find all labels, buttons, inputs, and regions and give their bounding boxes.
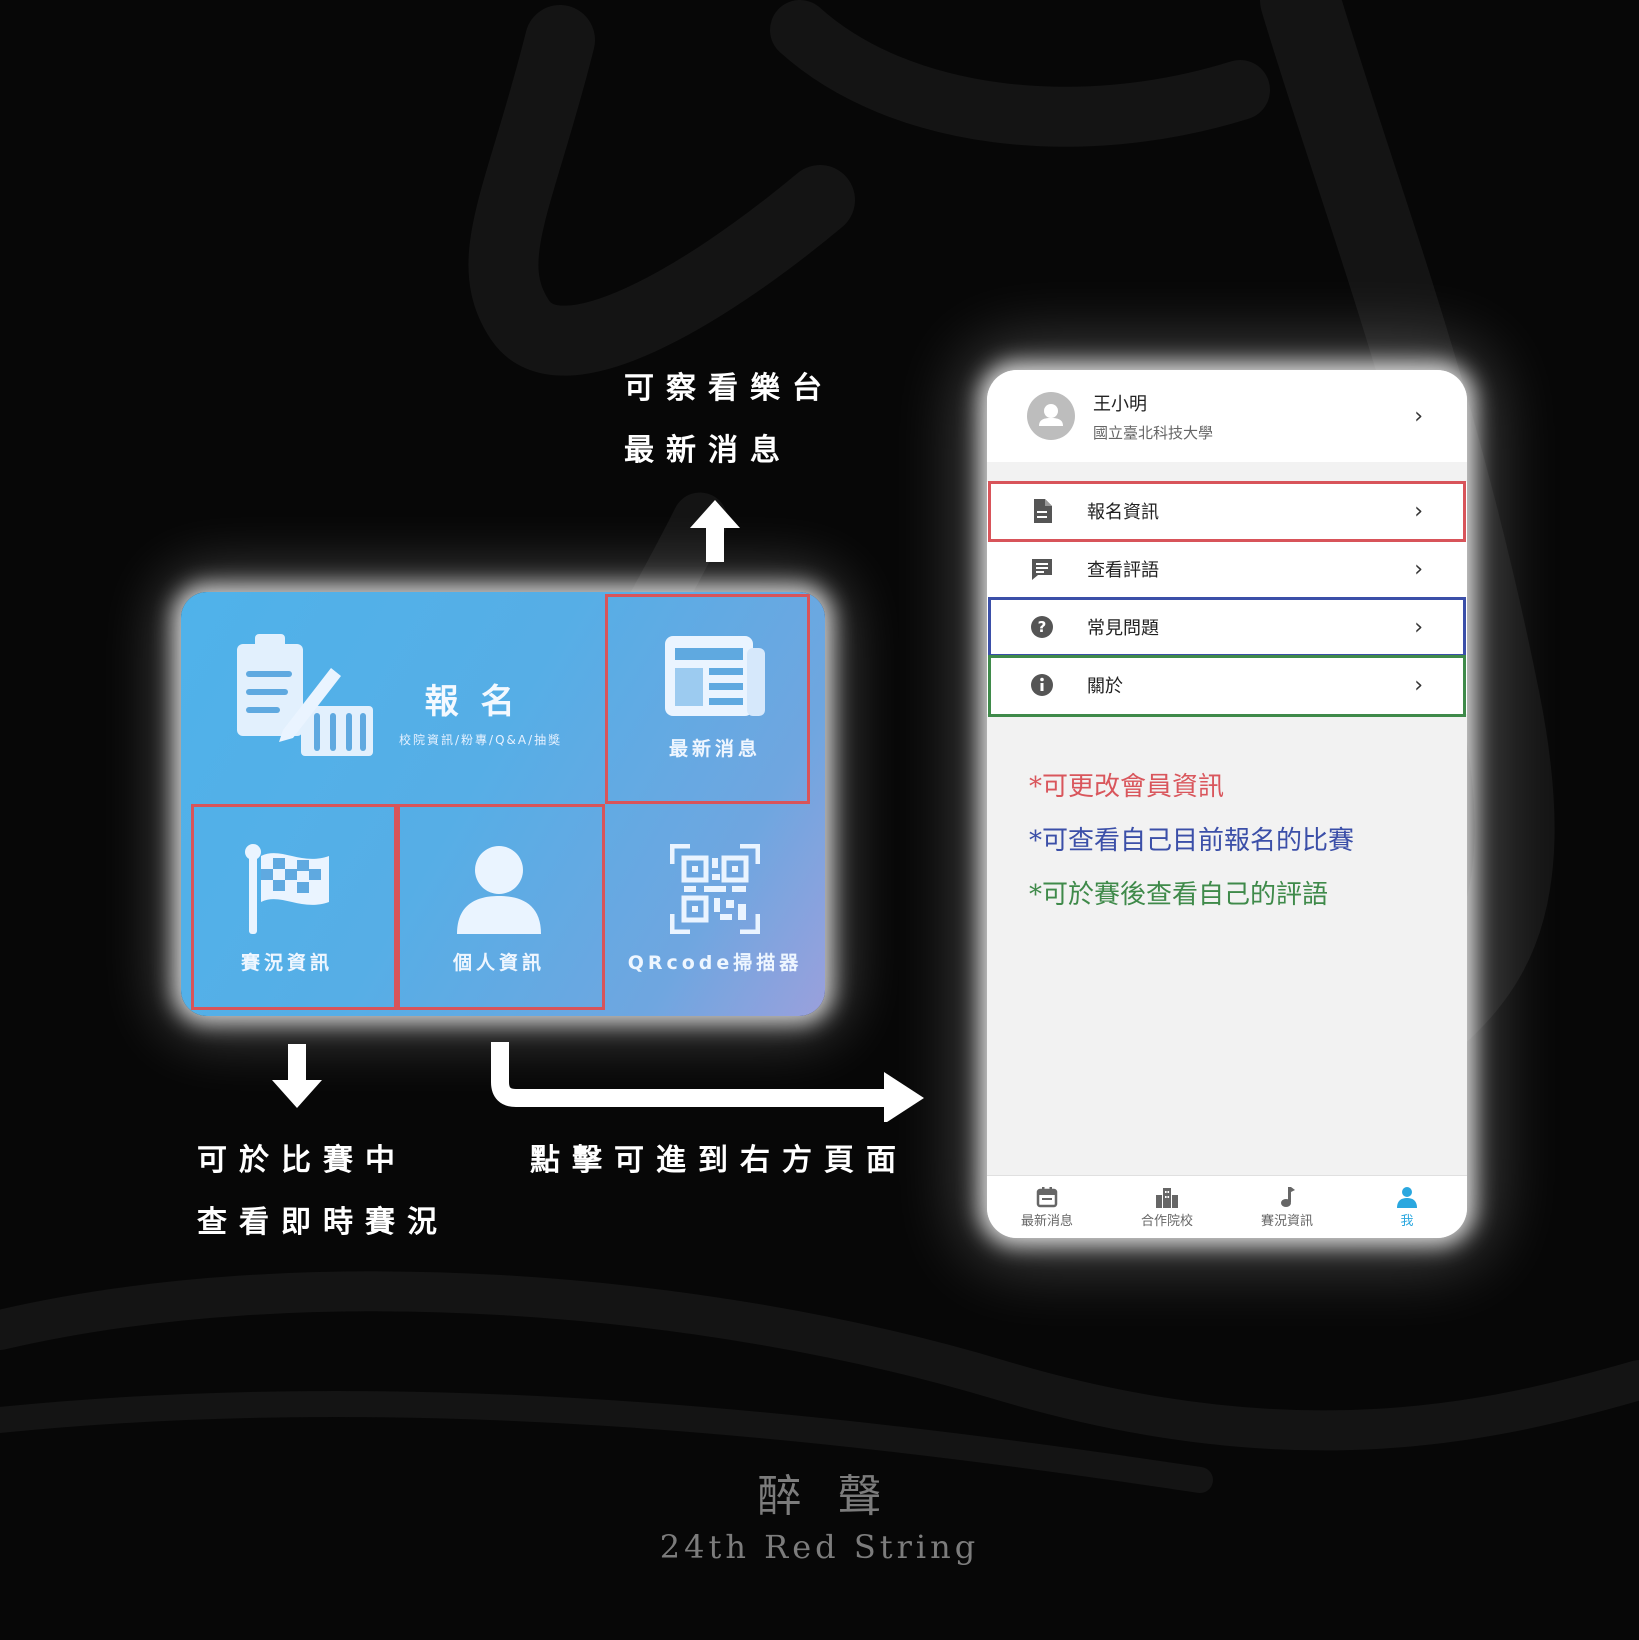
help-icon: ? [1029,614,1055,640]
user-school: 國立臺北科技大學 [1093,423,1214,442]
qr-scanner-tile-label: QRcode掃描器 [627,951,803,974]
chevron-right-icon: › [1414,556,1423,582]
menu-item-about[interactable]: 關於 › [987,656,1467,714]
feature-notes: *可更改會員資訊 *可查看自己目前報名的比賽 *可於賽後查看自己的評語 [1029,760,1354,922]
news-tile-label: 最新消息 [668,737,761,760]
race-caption-line2: 查看即時賽況 [197,1205,449,1240]
signup-tile[interactable]: 報名 校院資訊/粉專/Q&A/抽獎 [181,592,605,802]
avatar-person-icon [1039,404,1063,426]
note-view-registrations: *可查看自己目前報名的比賽 [1029,826,1355,856]
race-info-tile-label: 賽況資訊 [240,951,333,974]
chevron-right-icon: › [1414,672,1423,698]
calendar-icon [1036,1186,1058,1207]
qr-scanner-tile[interactable]: QRcode掃描器 [605,802,825,1016]
chevron-right-icon: › [1414,498,1423,524]
qr-code-icon [670,843,760,934]
menu-item-signup-info[interactable]: 報名資訊 › [987,482,1467,540]
building-icon [1156,1187,1178,1208]
user-header[interactable]: 王小明 國立臺北科技大學 › [987,370,1467,462]
info-icon [1029,672,1055,698]
clipboard-icon [237,634,373,756]
menu-item-label: 查看評語 [1087,560,1159,581]
news-tile[interactable]: 最新消息 [605,592,825,802]
chevron-right-icon: › [1414,403,1423,429]
race-info-tile[interactable]: 賽況資訊 [181,802,393,1016]
tab-label: 最新消息 [1020,1213,1073,1229]
phone-profile-screen: 王小明 國立臺北科技大學 › 報名資訊 › 查看評語 › ? 常見問題 › 關於… [987,370,1467,1238]
navigate-caption: 點擊可進到右方頁面 [530,1130,908,1192]
news-caption-line2: 最新消息 [624,433,792,468]
home-menu-card: 報名 校院資訊/粉專/Q&A/抽獎 最新消息 賽況資訊 個人資訊 QRcode掃… [181,592,825,1016]
news-caption-line1: 可察看樂台 [624,371,834,406]
arrow-down-icon [272,1044,322,1108]
news-caption: 可察看樂台 最新消息 [624,358,834,482]
signup-subtitle: 校院資訊/粉專/Q&A/抽獎 [399,733,563,747]
person-icon [457,845,541,934]
menu-item-label: 關於 [1087,676,1123,697]
arrow-right-elbow-icon [491,1042,924,1122]
tab-partner-schools[interactable]: 合作院校 [1107,1176,1227,1238]
tab-me[interactable]: 我 [1347,1176,1467,1238]
note-view-comments: *可於賽後查看自己的評語 [1029,880,1329,910]
tab-label: 合作院校 [1140,1213,1193,1229]
svg-text:?: ? [1038,618,1047,636]
note-edit-member: *可更改會員資訊 [1029,772,1225,802]
signup-title: 報名 [424,682,537,722]
tab-label: 我 [1400,1213,1414,1229]
newspaper-icon [665,635,765,716]
avatar [1027,392,1075,440]
footer-subtitle: 24th Red String [659,1528,980,1566]
music-note-icon [1281,1186,1295,1207]
race-caption: 可於比賽中 查看即時賽況 [197,1130,449,1254]
arrow-up-icon [690,500,740,562]
menu-item-comments[interactable]: 查看評語 › [987,540,1467,598]
chevron-right-icon: › [1414,614,1423,640]
person-icon [1397,1186,1417,1208]
footer-title: 醉聲 [757,1471,918,1522]
race-caption-line1: 可於比賽中 [197,1143,407,1178]
tab-race-info[interactable]: 賽況資訊 [1227,1176,1347,1238]
profile-tile[interactable]: 個人資訊 [393,802,605,1016]
navigate-caption-line: 點擊可進到右方頁面 [530,1143,908,1178]
profile-tile-label: 個人資訊 [452,951,545,974]
user-name: 王小明 [1093,393,1147,415]
checkered-flag-icon [245,843,329,934]
menu-item-label: 常見問題 [1087,618,1159,639]
bottom-tab-bar: 最新消息 合作院校 賽況資訊 我 [987,1175,1467,1238]
tab-news[interactable]: 最新消息 [987,1176,1107,1238]
comment-icon [1029,556,1055,582]
menu-item-label: 報名資訊 [1087,502,1159,523]
document-icon [1029,498,1055,524]
menu-item-faq[interactable]: ? 常見問題 › [987,598,1467,656]
tab-label: 賽況資訊 [1260,1213,1313,1229]
